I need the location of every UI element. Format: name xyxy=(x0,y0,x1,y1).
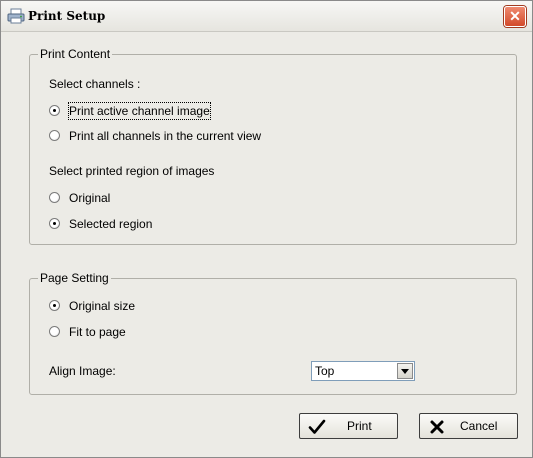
cancel-button[interactable]: Cancel xyxy=(419,413,518,439)
radio-button[interactable] xyxy=(49,326,60,337)
title-bar[interactable]: Print Setup ✕ xyxy=(1,1,532,32)
radio-button[interactable] xyxy=(49,130,60,141)
dialog-title: Print Setup xyxy=(28,9,106,23)
radio-button-checked[interactable] xyxy=(49,105,60,116)
radio-label: Original size xyxy=(69,299,136,313)
align-image-value: Top xyxy=(315,364,335,378)
chevron-down-icon[interactable] xyxy=(397,363,413,379)
align-image-select[interactable]: Top xyxy=(311,361,415,381)
radio-label: Print active channel image xyxy=(68,102,211,120)
radio-label: Fit to page xyxy=(69,325,126,339)
radio-button-checked[interactable] xyxy=(49,218,60,229)
print-button[interactable]: Print xyxy=(299,413,398,439)
close-icon: ✕ xyxy=(509,8,521,24)
cancel-button-label: Cancel xyxy=(460,419,498,433)
x-icon xyxy=(430,420,444,434)
print-button-label: Print xyxy=(347,419,372,433)
print-setup-dialog: Print Setup ✕ Print Content Select chann… xyxy=(0,0,533,458)
select-region-label: Select printed region of images xyxy=(49,164,215,178)
radio-label: Print all channels in the current view xyxy=(69,129,262,143)
print-content-legend: Print Content xyxy=(40,47,111,61)
radio-button[interactable] xyxy=(49,192,60,203)
radio-label: Original xyxy=(69,191,111,205)
align-image-label: Align Image: xyxy=(49,364,116,378)
page-setting-legend: Page Setting xyxy=(40,271,109,285)
printer-icon xyxy=(7,8,25,24)
close-button[interactable]: ✕ xyxy=(504,6,526,27)
radio-label: Selected region xyxy=(69,217,153,231)
radio-button-checked[interactable] xyxy=(49,300,60,311)
checkmark-icon xyxy=(308,419,326,434)
select-channels-label: Select channels : xyxy=(49,77,141,91)
